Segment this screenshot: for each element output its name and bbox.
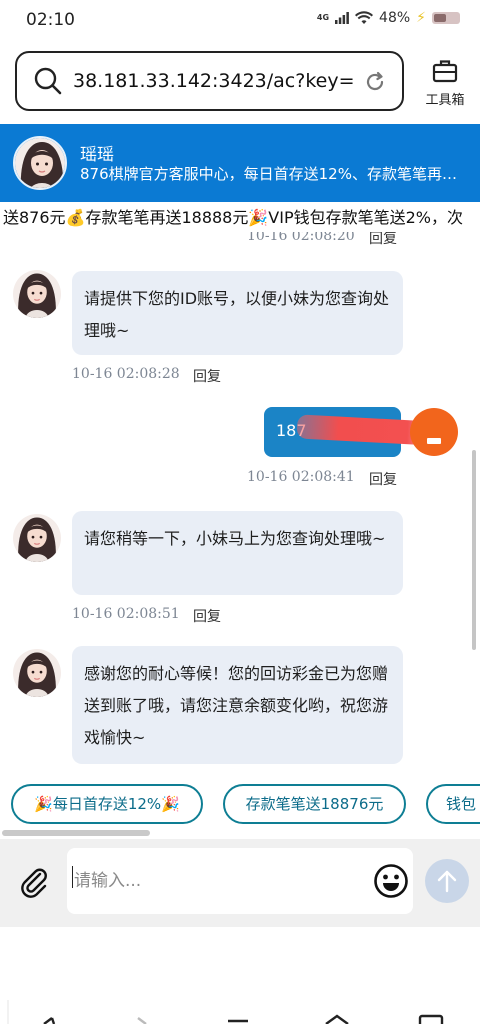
quick-reply-chip[interactable]: 🎉每日首存送12%🎉 xyxy=(11,784,203,824)
toolbox-icon xyxy=(432,60,458,83)
message-time: 10-16 02:08:28 xyxy=(72,366,180,382)
search-icon xyxy=(34,67,62,95)
message-bubble[interactable]: 请提供下您的ID账号，以便小妹为您查询处理哦~ xyxy=(72,271,403,355)
announcement-text: 送876元💰存款笔笔再送18888元🎉VIP钱包存款笔笔送2%，次 xyxy=(3,208,463,227)
message-time: 10-16 02:08:41 xyxy=(247,469,355,485)
attachment-icon[interactable] xyxy=(16,864,52,900)
reply-button[interactable]: 回复 xyxy=(369,469,397,489)
agent-avatar[interactable] xyxy=(13,649,61,697)
text-caret xyxy=(72,866,73,888)
reply-button[interactable]: 回复 xyxy=(369,232,397,248)
status-time: 02:10 xyxy=(26,10,75,30)
chat-area[interactable]: 10-16 02:08:20 回复 请提供下您的ID账号，以便小妹为您查询处理哦… xyxy=(0,232,480,768)
message-time: 10-16 02:08:20 xyxy=(247,232,355,244)
arrow-up-icon xyxy=(437,870,457,893)
agent-avatar[interactable] xyxy=(13,270,61,318)
agent-avatar[interactable] xyxy=(13,514,61,562)
toolbox-label: 工具箱 xyxy=(425,93,465,108)
input-placeholder: 请输入... xyxy=(74,871,142,891)
charging-icon: ⚡ xyxy=(416,10,426,26)
message-bubble[interactable]: 感谢您的耐心等候！您的回访彩金已为您赠送到账了哦，请您注意余额变化哟，祝您游戏愉… xyxy=(72,646,403,764)
quick-reply-row[interactable]: 🎉每日首存送12%🎉 存款笔笔送18876元 钱包 xyxy=(0,776,480,836)
agent-name: 瑶瑶 xyxy=(80,145,114,165)
reload-icon[interactable] xyxy=(364,71,386,93)
quick-reply-chip[interactable]: 钱包 xyxy=(426,784,480,824)
browser-nav-bar xyxy=(0,1000,480,1024)
screen: 02:10 4G 48% ⚡ 38.181.33.142:3423/ac?key… xyxy=(0,0,480,1024)
message-bubble[interactable]: 请您稍等一下，小妹马上为您查询处理哦~ xyxy=(72,511,403,595)
message-time: 10-16 02:08:51 xyxy=(72,606,180,622)
status-icons: 4G 48% ⚡ xyxy=(317,10,460,26)
announcement-marquee: 送876元💰存款笔笔再送18888元🎉VIP钱包存款笔笔送2%，次 xyxy=(0,204,480,232)
reply-button[interactable]: 回复 xyxy=(193,366,221,386)
wifi-icon xyxy=(355,11,374,24)
url-text[interactable]: 38.181.33.142:3423/ac?key=··· xyxy=(73,70,353,92)
emoji-icon[interactable] xyxy=(373,863,409,899)
address-bar[interactable]: 38.181.33.142:3423/ac?key=··· xyxy=(15,51,404,111)
quick-reply-scrollbar[interactable] xyxy=(2,830,150,836)
battery-percent: 48% xyxy=(379,10,411,26)
toolbox-button[interactable]: 工具箱 xyxy=(415,56,475,110)
agent-avatar[interactable] xyxy=(13,136,67,190)
chat-scrollbar[interactable] xyxy=(472,450,476,650)
agent-subtitle: 876棋牌官方客服中心，每日首存送12%、存款笔笔再… xyxy=(80,165,457,183)
network-label: 4G xyxy=(316,13,330,22)
reply-button[interactable]: 回复 xyxy=(193,606,221,626)
signal-icon xyxy=(335,12,349,24)
user-avatar[interactable] xyxy=(410,408,458,456)
quick-reply-chip[interactable]: 存款笔笔送18876元 xyxy=(223,784,406,824)
status-bar: 02:10 4G 48% ⚡ xyxy=(0,0,480,42)
send-button[interactable] xyxy=(425,859,469,903)
battery-icon xyxy=(432,12,460,24)
